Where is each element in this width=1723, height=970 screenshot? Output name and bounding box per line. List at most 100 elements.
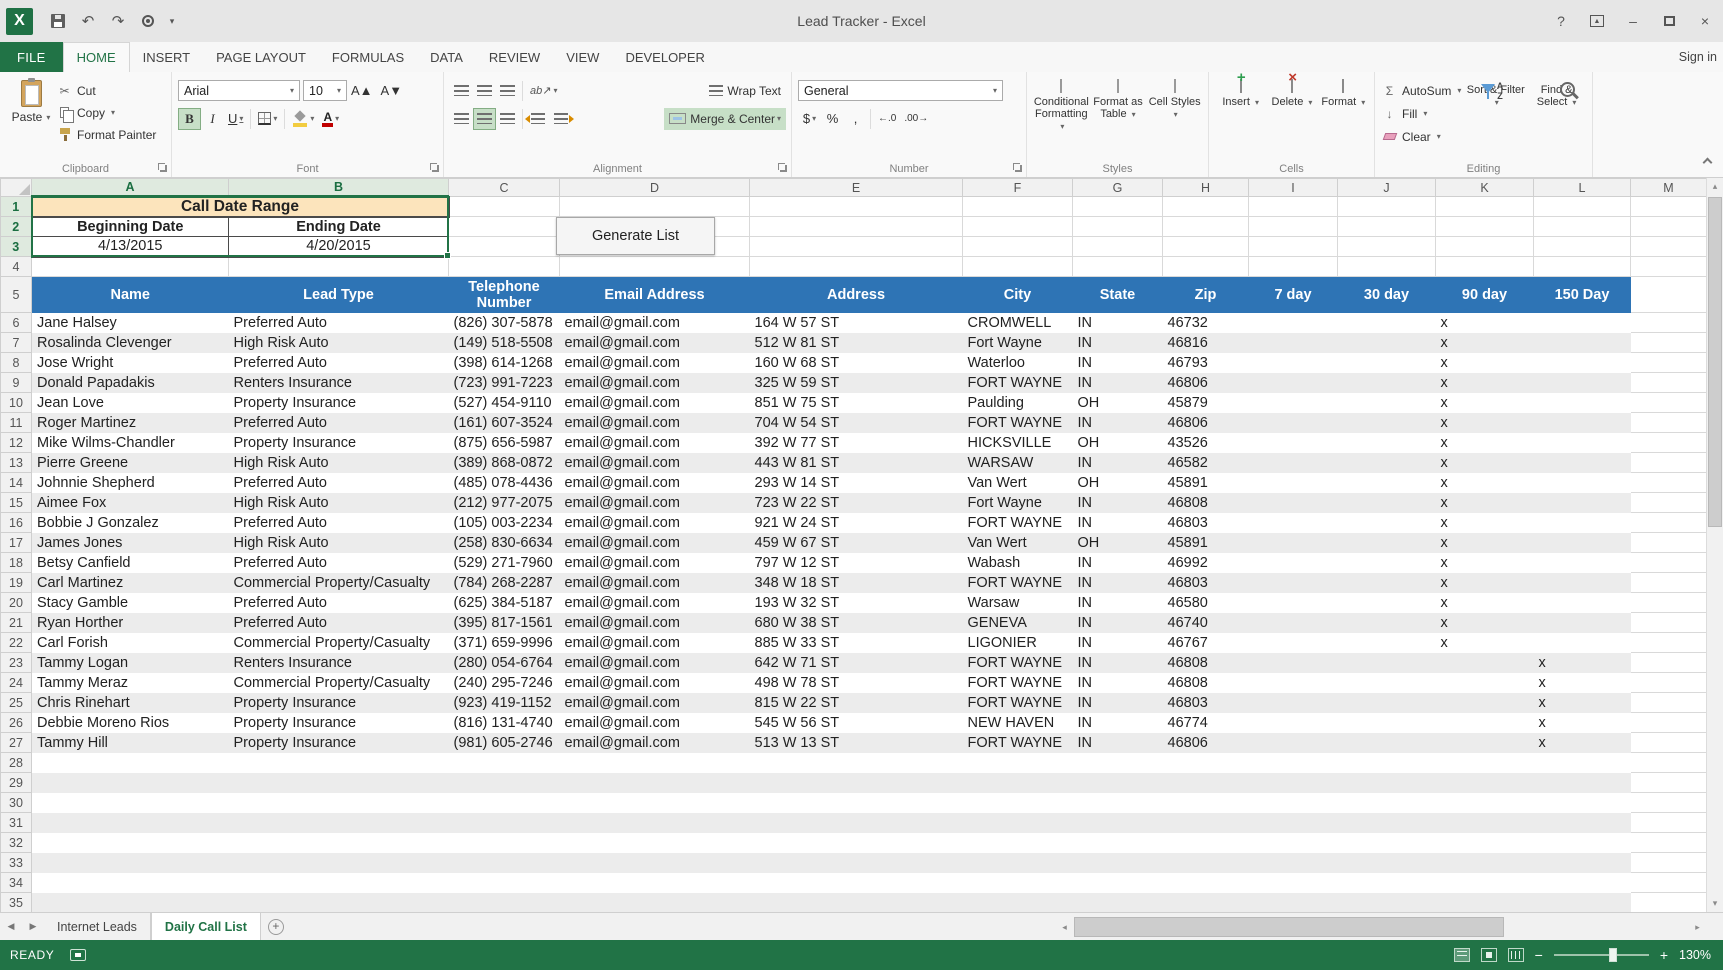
cell-F20[interactable]: Warsaw (962, 592, 1073, 613)
cell-K35[interactable] (1435, 892, 1534, 912)
cell-K17[interactable]: x (1435, 532, 1534, 553)
ribbon-tab-insert[interactable]: INSERT (130, 42, 203, 72)
cell-C12[interactable]: (875) 656-5987 (448, 432, 560, 453)
cell-F17[interactable]: Van Wert (962, 532, 1073, 553)
cell-H28[interactable] (1162, 752, 1249, 773)
cell-H11[interactable]: 46806 (1162, 412, 1249, 433)
row-header-6[interactable]: 6 (0, 312, 32, 333)
fill-button[interactable]: ↓ Fill ▾ (1381, 104, 1461, 123)
cell-I17[interactable] (1248, 532, 1338, 553)
cell-I21[interactable] (1248, 612, 1338, 633)
font-color-button[interactable]: A ▾ (318, 108, 343, 130)
cell-F23[interactable]: FORT WAYNE (962, 652, 1073, 673)
cell-D33[interactable] (559, 852, 750, 873)
cell-F3[interactable] (962, 236, 1073, 257)
cell-I14[interactable] (1248, 472, 1338, 493)
cell-A6[interactable]: Jane Halsey (31, 312, 229, 333)
cell-J33[interactable] (1337, 852, 1436, 873)
cell-J26[interactable] (1337, 712, 1436, 733)
row-header-9[interactable]: 9 (0, 372, 32, 393)
cell-E3[interactable] (749, 236, 963, 257)
column-header-C[interactable]: C (448, 178, 560, 197)
comma-style-button[interactable]: , (844, 108, 867, 130)
copy-button[interactable]: Copy ▾ (56, 103, 156, 123)
column-header-L[interactable]: L (1533, 178, 1631, 197)
cell-A33[interactable] (31, 852, 229, 873)
cell-H19[interactable]: 46803 (1162, 572, 1249, 593)
cell-D35[interactable] (559, 892, 750, 912)
cell-J8[interactable] (1337, 352, 1436, 373)
cell-K25[interactable] (1435, 692, 1534, 713)
cell-I25[interactable] (1248, 692, 1338, 713)
cell-M29[interactable] (1630, 772, 1706, 793)
row-header-29[interactable]: 29 (0, 772, 32, 793)
cell-L8[interactable] (1533, 352, 1631, 373)
zoom-level[interactable]: 130% (1679, 948, 1711, 962)
cell-K32[interactable] (1435, 832, 1534, 853)
cell-A28[interactable] (31, 752, 229, 773)
normal-view-button[interactable] (1453, 948, 1470, 962)
cell-I4[interactable] (1248, 256, 1338, 277)
cell-J13[interactable] (1337, 452, 1436, 473)
clear-button[interactable]: Clear ▾ (1381, 127, 1461, 146)
cell-E19[interactable]: 348 W 18 ST (749, 572, 963, 593)
cell-C2[interactable] (448, 216, 560, 237)
cell-I23[interactable] (1248, 652, 1338, 673)
cell-M8[interactable] (1630, 352, 1706, 373)
cell-C18[interactable]: (529) 271-7960 (448, 552, 560, 573)
cell-I35[interactable] (1248, 892, 1338, 912)
cell-E32[interactable] (749, 832, 963, 853)
cell-B34[interactable] (228, 872, 449, 893)
cell-F10[interactable]: Paulding (962, 392, 1073, 413)
cell-G33[interactable] (1072, 852, 1163, 873)
cell-I8[interactable] (1248, 352, 1338, 373)
cell-A25[interactable]: Chris Rinehart (31, 692, 229, 713)
cell-F21[interactable]: GENEVA (962, 612, 1073, 633)
cell-E9[interactable]: 325 W 59 ST (749, 372, 963, 393)
row-header-13[interactable]: 13 (0, 452, 32, 473)
zoom-slider-thumb[interactable] (1608, 948, 1617, 962)
cell-A15[interactable]: Aimee Fox (31, 492, 229, 513)
cell-F11[interactable]: FORT WAYNE (962, 412, 1073, 433)
cell-C34[interactable] (448, 872, 560, 893)
cell-B29[interactable] (228, 772, 449, 793)
scroll-left-button[interactable]: ◂ (1056, 916, 1073, 938)
cell-H14[interactable]: 45891 (1162, 472, 1249, 493)
cell-F1[interactable] (962, 196, 1073, 217)
cell-I30[interactable] (1248, 792, 1338, 813)
cell-I7[interactable] (1248, 332, 1338, 353)
cell-L2[interactable] (1533, 216, 1631, 237)
number-dialog-launcher[interactable] (1013, 163, 1023, 173)
cell-D18[interactable]: email@gmail.com (559, 552, 750, 573)
row-header-12[interactable]: 12 (0, 432, 32, 453)
cell-A3[interactable]: 4/13/2015 (31, 236, 229, 258)
cell-I34[interactable] (1248, 872, 1338, 893)
cell-B14[interactable]: Preferred Auto (228, 472, 449, 493)
cell-J9[interactable] (1337, 372, 1436, 393)
zoom-slider[interactable] (1553, 948, 1649, 962)
autosum-button[interactable]: Σ AutoSum ▾ (1381, 81, 1462, 100)
cell-J17[interactable] (1337, 532, 1436, 553)
cell-D20[interactable]: email@gmail.com (559, 592, 750, 613)
cell-E8[interactable]: 160 W 68 ST (749, 352, 963, 373)
cell-K28[interactable] (1435, 752, 1534, 773)
cell-G3[interactable] (1072, 236, 1163, 257)
row-header-20[interactable]: 20 (0, 592, 32, 613)
cell-I33[interactable] (1248, 852, 1338, 873)
new-sheet-button[interactable]: + (261, 913, 291, 940)
cell-B15[interactable]: High Risk Auto (228, 492, 449, 513)
cell-H16[interactable]: 46803 (1162, 512, 1249, 533)
cell-M10[interactable] (1630, 392, 1706, 413)
cell-H21[interactable]: 46740 (1162, 612, 1249, 633)
cell-A16[interactable]: Bobbie J Gonzalez (31, 512, 229, 533)
generate-list-button[interactable]: Generate List (556, 217, 715, 255)
cell-K23[interactable] (1435, 652, 1534, 673)
cell-D21[interactable]: email@gmail.com (559, 612, 750, 633)
clipboard-dialog-launcher[interactable] (158, 163, 168, 173)
cell-L9[interactable] (1533, 372, 1631, 393)
cell-D8[interactable]: email@gmail.com (559, 352, 750, 373)
close-button[interactable]: × (1687, 0, 1723, 42)
cell-D34[interactable] (559, 872, 750, 893)
cell-B17[interactable]: High Risk Auto (228, 532, 449, 553)
cell-J19[interactable] (1337, 572, 1436, 593)
